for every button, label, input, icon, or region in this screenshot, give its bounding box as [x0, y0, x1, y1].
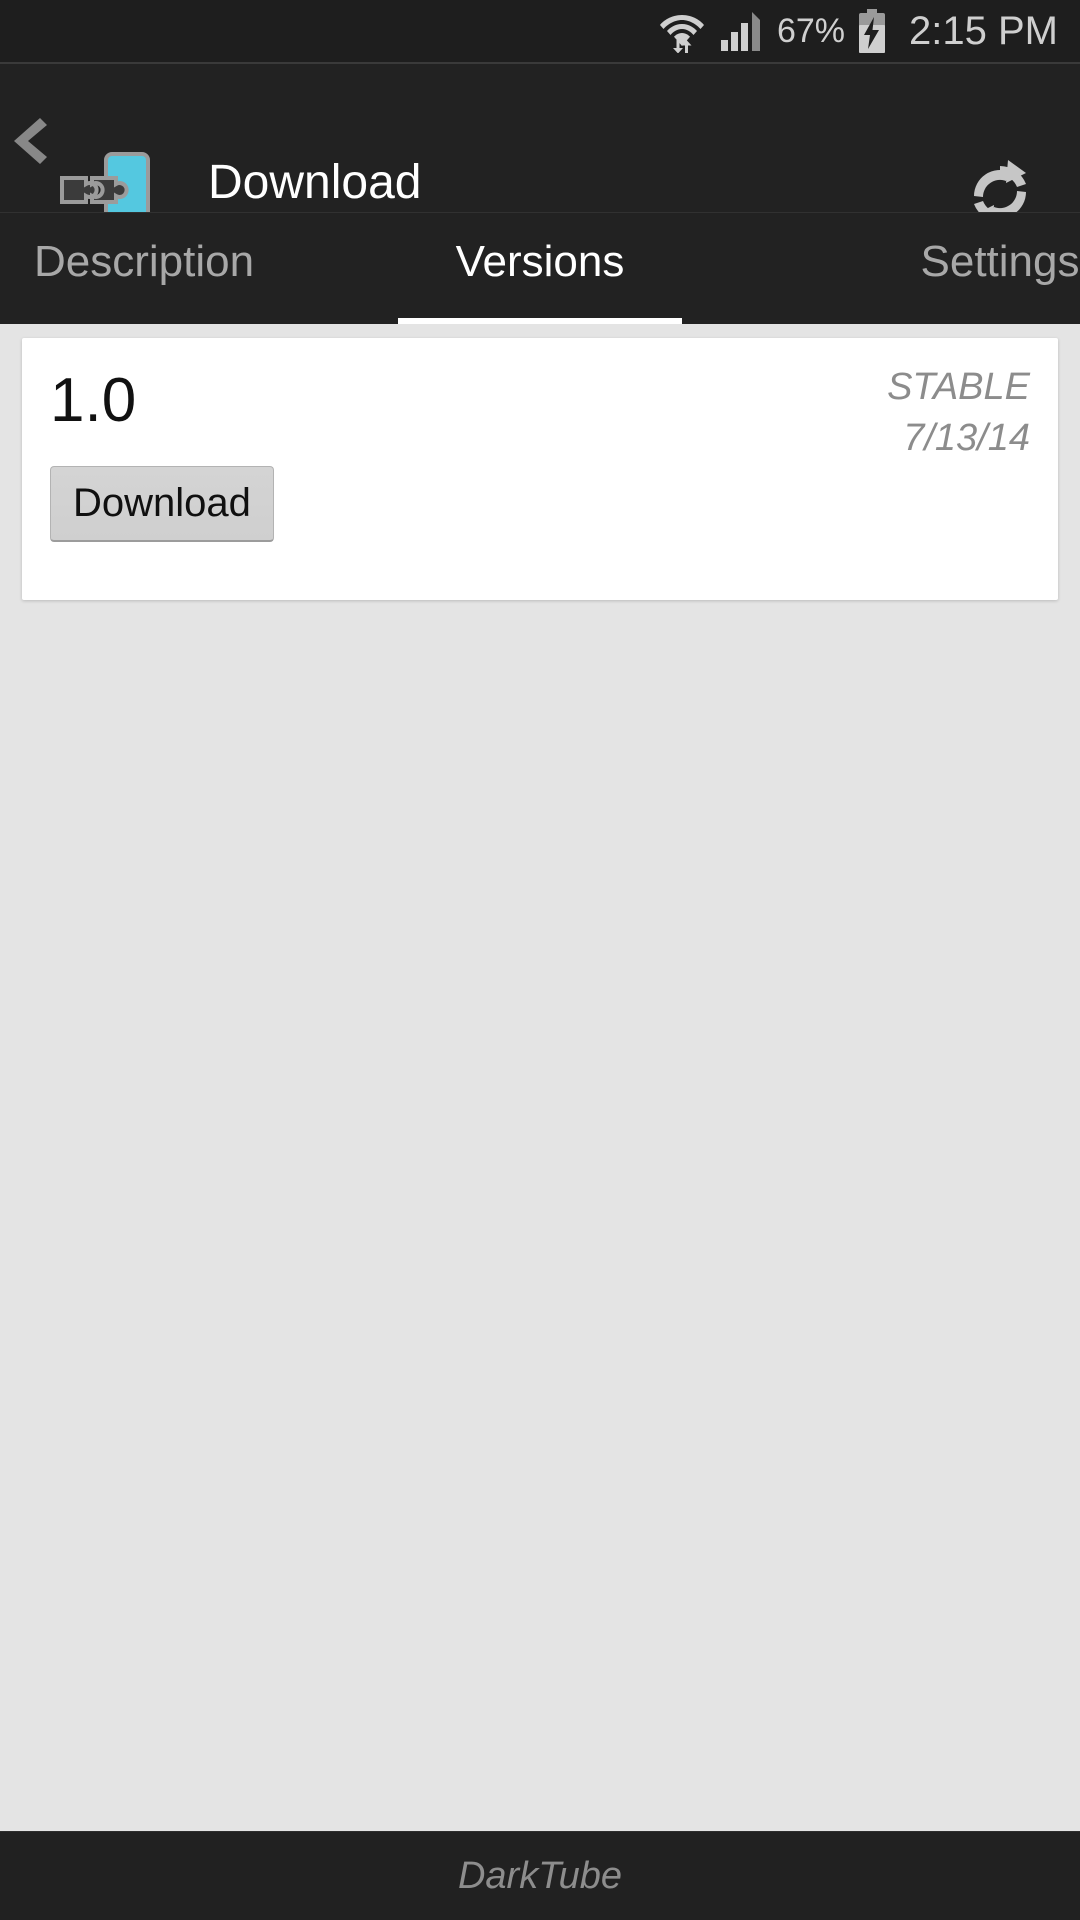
tab-description[interactable]: Description	[0, 213, 384, 325]
wifi-icon	[659, 15, 704, 53]
battery-percent-label: 67%	[776, 12, 846, 50]
tab-settings-label: Settings	[920, 237, 1080, 286]
version-number: 1.0	[50, 366, 137, 435]
tab-versions-label: Versions	[455, 237, 625, 286]
tab-description-label: Description	[33, 237, 255, 286]
page-title: Download	[208, 156, 422, 209]
version-card[interactable]: 1.0 STABLE 7/13/14 Download	[22, 338, 1058, 600]
version-date: 7/13/14	[903, 417, 1030, 460]
tab-bar: Description Versions Settings	[0, 212, 1080, 325]
status-bar-icons: 67% 2:15 PM	[659, 9, 1058, 53]
tab-settings[interactable]: Settings	[790, 213, 1080, 325]
android-screen: 67% 2:15 PM Download Description Version…	[0, 0, 1080, 1920]
version-meta: STABLE 7/13/14	[887, 362, 1030, 465]
tab-versions[interactable]: Versions	[398, 213, 682, 325]
action-bar: Download	[0, 62, 1080, 254]
status-bar: 67% 2:15 PM	[0, 0, 1080, 62]
bottom-bar-label: DarkTube	[457, 1854, 623, 1897]
version-status-badge: STABLE	[887, 366, 1030, 408]
bottom-bar: DarkTube	[0, 1831, 1080, 1920]
status-bar-clock: 2:15 PM	[909, 9, 1058, 53]
back-chevron-icon[interactable]	[6, 114, 56, 168]
download-button[interactable]: Download	[50, 466, 274, 542]
cell-signal-icon	[720, 12, 760, 51]
battery-charging-icon	[859, 9, 886, 53]
content-area: 1.0 STABLE 7/13/14 Download	[0, 324, 1080, 1832]
